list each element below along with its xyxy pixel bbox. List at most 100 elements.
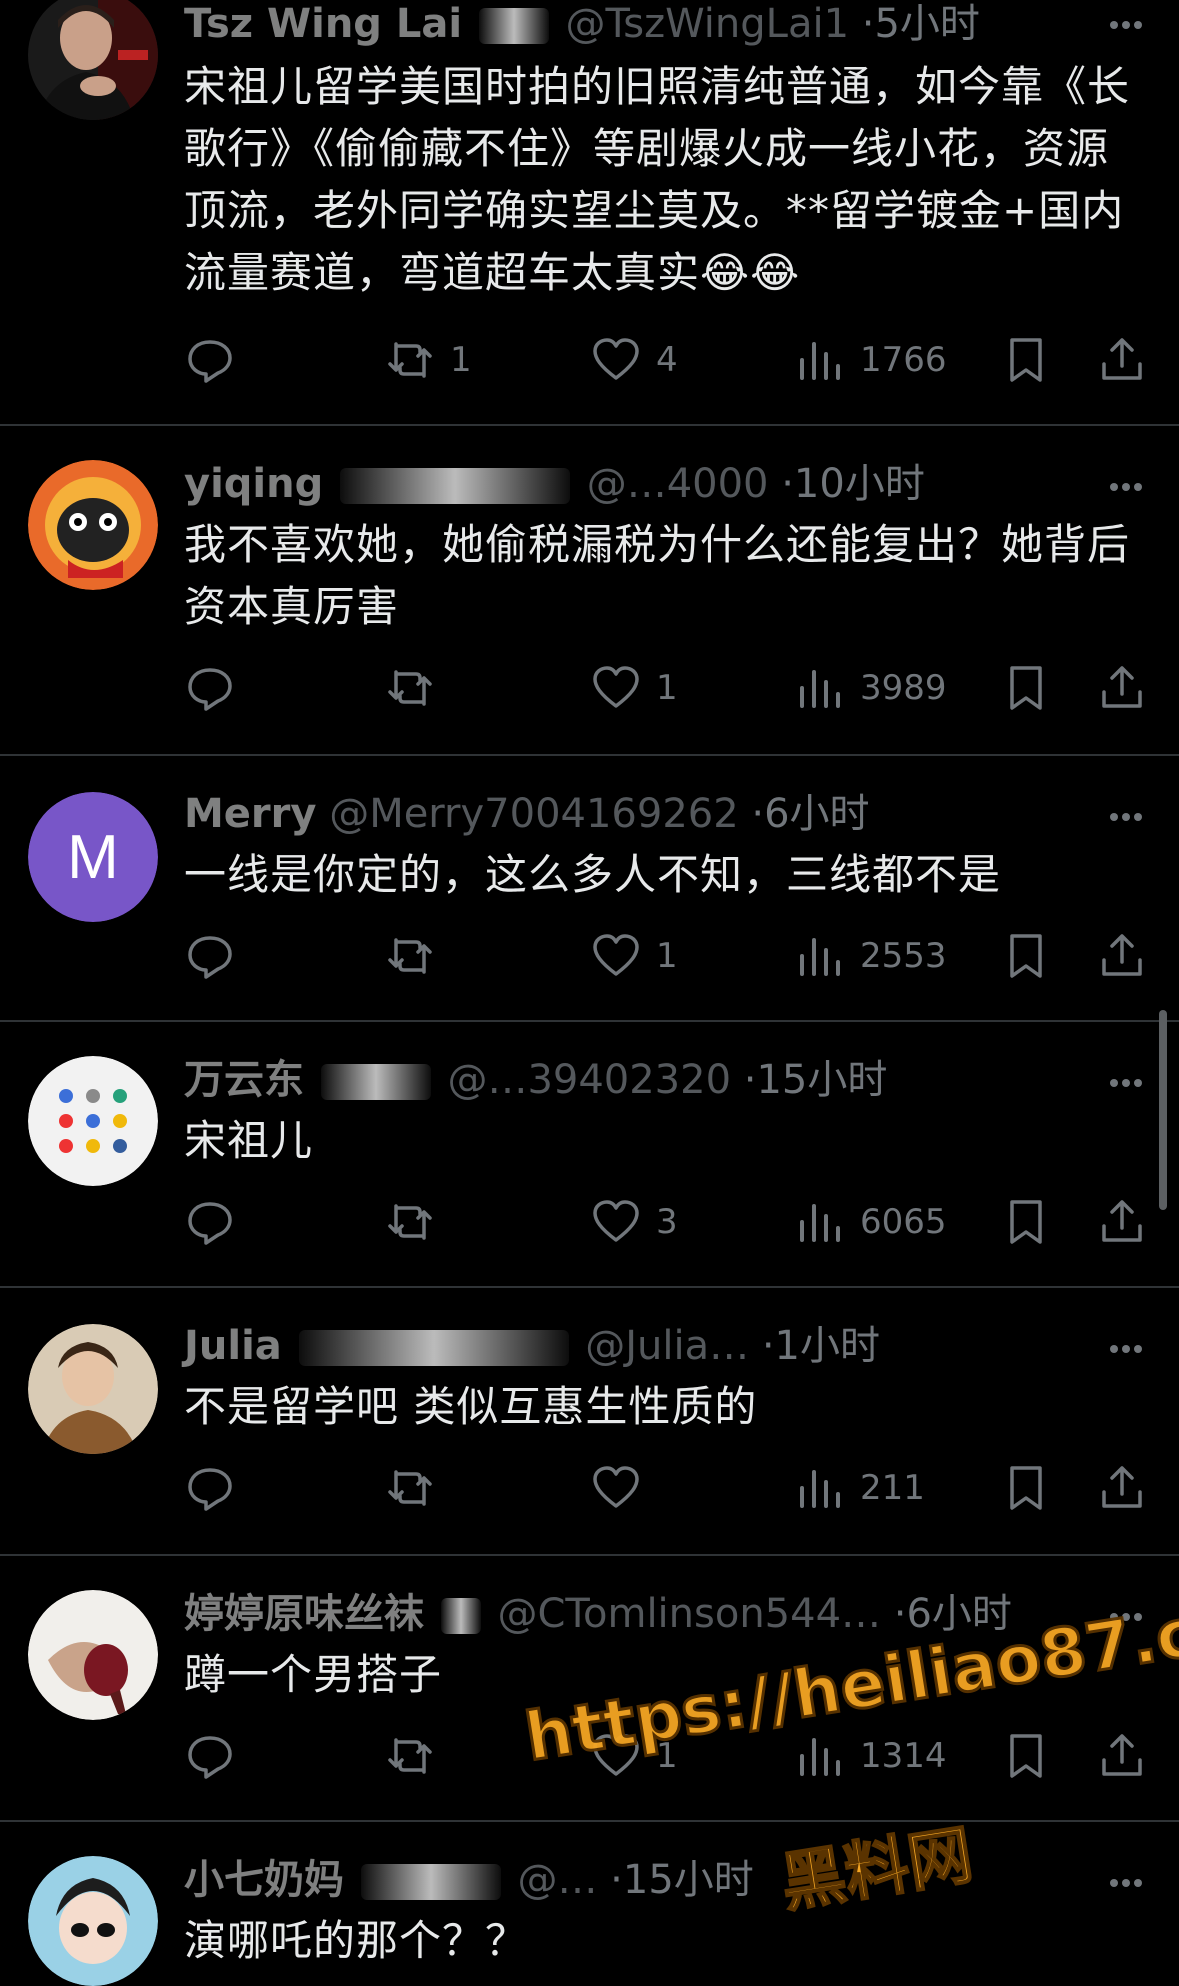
- share-button[interactable]: [1096, 330, 1148, 390]
- redaction-blur: [298, 1330, 569, 1366]
- retweet-icon: [388, 1470, 432, 1506]
- like-button[interactable]: 4: [590, 330, 678, 390]
- reply-text: 演哪吒的那个？？: [184, 1916, 529, 1965]
- bookmark-button[interactable]: [1000, 1458, 1052, 1518]
- like-button[interactable]: 1: [590, 926, 678, 986]
- more-options-button[interactable]: [1101, 0, 1151, 50]
- share-icon: [1102, 666, 1142, 708]
- timestamp[interactable]: 1小时: [775, 1323, 880, 1369]
- more-options-button[interactable]: [1101, 792, 1151, 842]
- timestamp[interactable]: 6小时: [764, 791, 869, 837]
- reply-item[interactable]: 小七奶妈 @… ·15小时 演哪吒的那个？？: [0, 1822, 1179, 1986]
- retweet-button[interactable]: [384, 658, 450, 718]
- user-handle[interactable]: @CTomlinson544…: [497, 1591, 881, 1637]
- display-name[interactable]: 小七奶妈: [184, 1857, 344, 1903]
- views-button[interactable]: 3989: [794, 658, 947, 718]
- scrollbar[interactable]: [1159, 1010, 1167, 1210]
- avatar[interactable]: [28, 0, 158, 120]
- retweet-button[interactable]: [384, 1726, 450, 1786]
- avatar[interactable]: [28, 1056, 158, 1186]
- more-options-button[interactable]: [1101, 1858, 1151, 1908]
- views-icon: [800, 1738, 840, 1776]
- views-button[interactable]: 2553: [794, 926, 947, 986]
- like-button[interactable]: 1: [590, 658, 678, 718]
- action-bar: 1 3989: [184, 658, 1150, 718]
- timestamp[interactable]: 15小时: [623, 1857, 754, 1903]
- reply-item[interactable]: yiqing @…4000 ·10小时 我不喜欢她，她偷税漏税为什么还能复出？她…: [0, 426, 1179, 756]
- display-name[interactable]: 婷婷原味丝袜: [184, 1591, 424, 1637]
- reply-button[interactable]: [184, 926, 250, 986]
- reply-header: Merry @Merry7004169262 ·6小时: [184, 791, 870, 837]
- share-button[interactable]: [1096, 1726, 1148, 1786]
- more-options-button[interactable]: [1101, 1324, 1151, 1374]
- share-icon: [1102, 1734, 1142, 1776]
- share-icon: [1102, 934, 1142, 976]
- share-button[interactable]: [1096, 926, 1148, 986]
- display-name[interactable]: Merry: [184, 791, 316, 837]
- bookmark-button[interactable]: [1000, 658, 1052, 718]
- reply-header: 小七奶妈 @… ·15小时: [184, 1857, 754, 1903]
- reply-header: 婷婷原味丝袜 @CTomlinson544… ·6小时: [184, 1591, 1012, 1637]
- redaction-blur: [339, 468, 570, 504]
- user-handle[interactable]: @…: [517, 1857, 597, 1903]
- bookmark-button[interactable]: [1000, 330, 1052, 390]
- timestamp[interactable]: 5小时: [874, 1, 979, 47]
- views-button[interactable]: 6065: [794, 1192, 947, 1252]
- retweet-button[interactable]: [384, 1192, 450, 1252]
- more-icon: [1110, 483, 1142, 491]
- display-name[interactable]: Julia: [184, 1323, 282, 1369]
- reply-button[interactable]: [184, 1458, 250, 1518]
- share-button[interactable]: [1096, 658, 1148, 718]
- user-handle[interactable]: @Merry7004169262: [329, 791, 738, 837]
- timestamp[interactable]: 15小时: [756, 1057, 887, 1103]
- avatar[interactable]: [28, 460, 158, 590]
- display-name[interactable]: yiqing: [184, 461, 323, 507]
- views-icon: [800, 342, 840, 380]
- share-button[interactable]: [1096, 1192, 1148, 1252]
- reply-button[interactable]: [184, 330, 250, 390]
- reply-button[interactable]: [184, 1192, 250, 1252]
- heart-icon: [593, 666, 639, 708]
- user-handle[interactable]: @TszWingLai1: [565, 1, 849, 47]
- display-name[interactable]: 万云东: [184, 1057, 304, 1103]
- bookmark-button[interactable]: [1000, 1726, 1052, 1786]
- retweet-icon: [388, 1204, 432, 1240]
- user-handle[interactable]: @Julia…: [585, 1323, 749, 1369]
- reply-icon: [188, 1202, 232, 1245]
- timestamp[interactable]: 10小时: [794, 461, 925, 507]
- avatar[interactable]: M: [28, 792, 158, 922]
- views-button[interactable]: 1314: [794, 1726, 947, 1786]
- views-button[interactable]: 1766: [794, 330, 947, 390]
- reply-button[interactable]: [184, 658, 250, 718]
- share-button[interactable]: [1096, 1458, 1148, 1518]
- retweet-button[interactable]: [384, 926, 450, 986]
- avatar[interactable]: [28, 1590, 158, 1720]
- more-icon: [1110, 21, 1142, 29]
- reply-item[interactable]: M Merry @Merry7004169262 ·6小时 一线是你定的，这么多…: [0, 756, 1179, 1022]
- reply-header: Tsz Wing Lai @TszWingLai1 ·5小时: [184, 1, 980, 47]
- reply-item[interactable]: Tsz Wing Lai @TszWingLai1 ·5小时 宋祖儿留学美国时拍…: [0, 0, 1179, 426]
- reply-header: yiqing @…4000 ·10小时: [184, 461, 925, 507]
- retweet-icon: [388, 670, 432, 706]
- like-button[interactable]: 3: [590, 1192, 678, 1252]
- avatar[interactable]: [28, 1856, 158, 1986]
- user-handle[interactable]: @…4000: [587, 461, 769, 507]
- views-button[interactable]: 211: [794, 1458, 925, 1518]
- action-bar: 3 6065: [184, 1192, 1150, 1252]
- reply-button[interactable]: [184, 1726, 250, 1786]
- like-button[interactable]: [590, 1458, 656, 1518]
- avatar[interactable]: [28, 1324, 158, 1454]
- display-name[interactable]: Tsz Wing Lai: [184, 1, 462, 47]
- retweet-button[interactable]: 1: [384, 330, 472, 390]
- reply-item[interactable]: Julia @Julia… ·1小时 不是留学吧 类似互惠生性质的 211: [0, 1288, 1179, 1556]
- more-options-button[interactable]: [1101, 1058, 1151, 1108]
- user-handle[interactable]: @…39402320: [447, 1057, 731, 1103]
- more-icon: [1110, 1879, 1142, 1887]
- redaction-blur: [360, 1864, 501, 1900]
- retweet-button[interactable]: [384, 1458, 450, 1518]
- bookmark-button[interactable]: [1000, 1192, 1052, 1252]
- more-options-button[interactable]: [1101, 462, 1151, 512]
- views-icon: [800, 1204, 840, 1242]
- bookmark-button[interactable]: [1000, 926, 1052, 986]
- reply-item[interactable]: 万云东 @…39402320 ·15小时 宋祖儿 3 6065: [0, 1022, 1179, 1288]
